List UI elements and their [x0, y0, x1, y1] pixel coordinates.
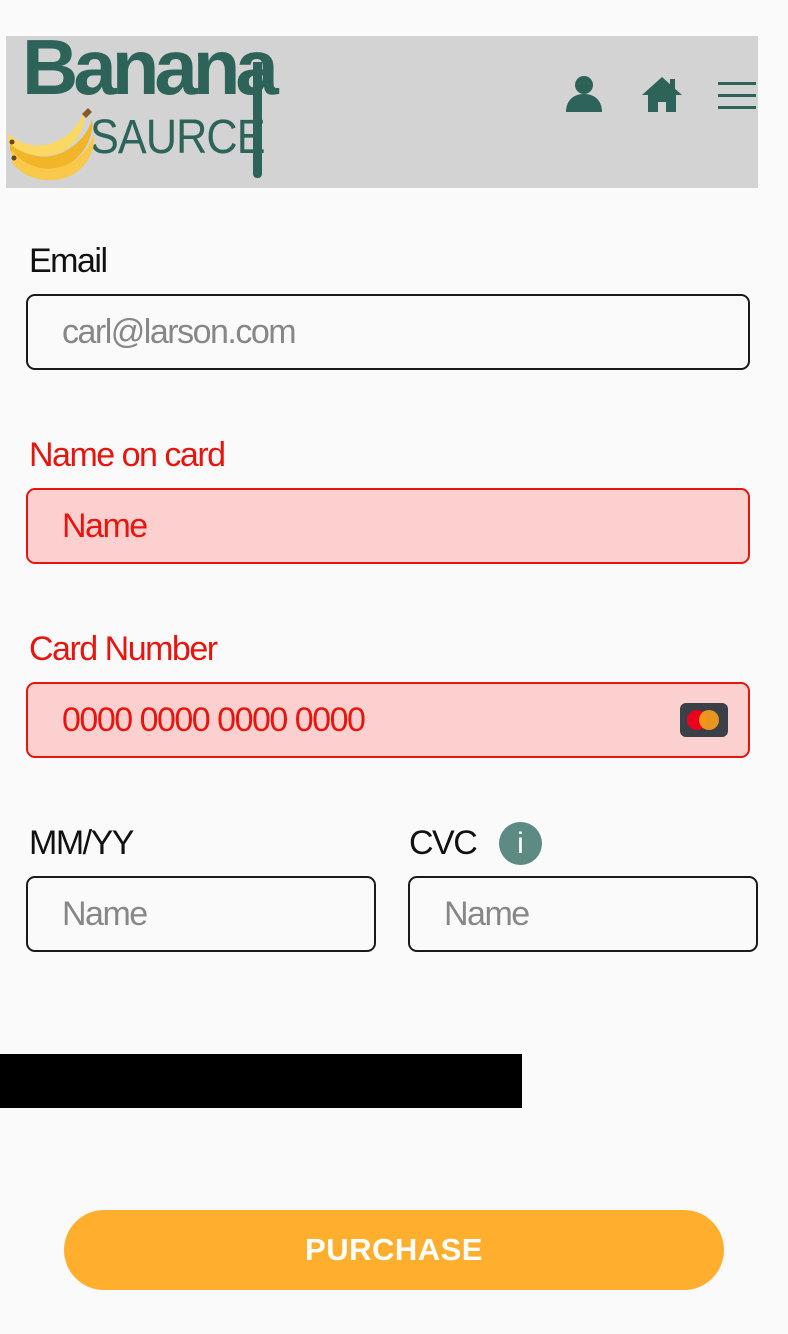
app-header: Banana SAURCE	[6, 28, 758, 188]
expiry-field-box[interactable]	[26, 876, 376, 952]
card-number-field[interactable]	[62, 684, 622, 756]
banana-icon	[8, 108, 95, 181]
purchase-button[interactable]: PURCHASE	[64, 1210, 724, 1290]
redacted-block	[0, 1054, 522, 1108]
mastercard-icon	[680, 703, 728, 737]
info-icon[interactable]: i	[499, 822, 542, 865]
email-label: Email	[29, 242, 108, 280]
user-icon[interactable]	[562, 74, 606, 118]
cvc-field-box[interactable]	[408, 876, 758, 952]
email-field[interactable]	[62, 296, 732, 368]
name-on-card-field[interactable]	[62, 490, 732, 562]
expiry-field[interactable]	[62, 878, 358, 950]
expiry-label: MM/YY	[29, 824, 134, 862]
email-field-box[interactable]	[26, 294, 750, 370]
banana-saurce-logo[interactable]: Banana SAURCE	[6, 28, 279, 188]
logo-line-2: SAURCE	[90, 111, 266, 164]
home-icon[interactable]	[640, 74, 684, 118]
cvc-label: CVC	[409, 824, 478, 862]
card-number-field-box[interactable]	[26, 682, 750, 758]
hamburger-menu-icon[interactable]	[714, 74, 758, 118]
name-on-card-label: Name on card	[29, 436, 226, 474]
logo-line-1: Banana	[22, 23, 279, 111]
card-number-label: Card Number	[29, 630, 218, 668]
cvc-field[interactable]	[444, 878, 740, 950]
logo-bar	[253, 62, 262, 178]
name-on-card-field-box[interactable]	[26, 488, 750, 564]
